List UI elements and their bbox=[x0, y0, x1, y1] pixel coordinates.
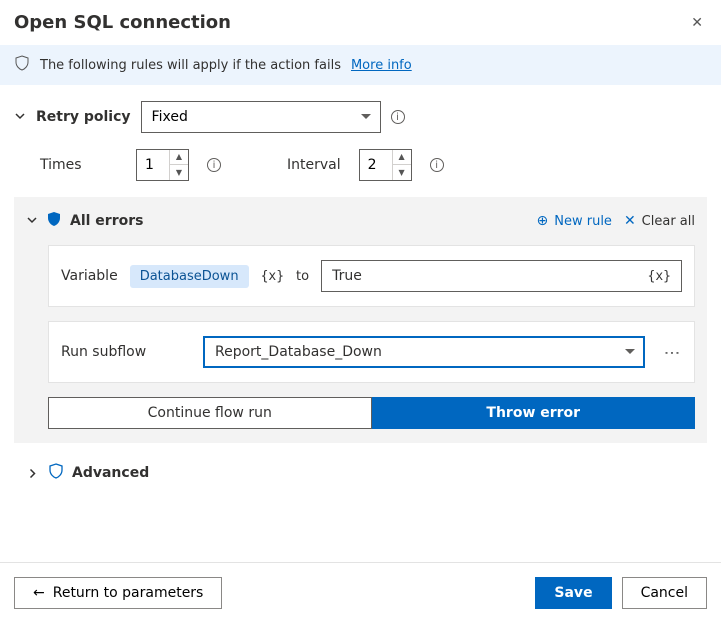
more-info-link[interactable]: More info bbox=[351, 58, 412, 73]
info-icon[interactable]: i bbox=[391, 110, 405, 124]
info-icon[interactable]: i bbox=[430, 158, 444, 172]
run-subflow-label: Run subflow bbox=[61, 344, 191, 360]
interval-stepper[interactable]: ▲ ▼ bbox=[359, 149, 412, 181]
cancel-button[interactable]: Cancel bbox=[622, 577, 707, 609]
times-up-icon[interactable]: ▲ bbox=[170, 150, 188, 165]
subflow-select[interactable]: Report_Database_Down bbox=[203, 336, 645, 368]
fx-icon[interactable]: {x} bbox=[648, 269, 671, 284]
close-icon[interactable]: ✕ bbox=[691, 15, 703, 31]
interval-up-icon[interactable]: ▲ bbox=[393, 150, 411, 165]
to-label: to bbox=[296, 269, 309, 284]
chevron-right-icon[interactable] bbox=[27, 467, 42, 479]
retry-policy-select[interactable]: Fixed bbox=[141, 101, 381, 133]
chevron-down-icon[interactable] bbox=[14, 110, 26, 125]
x-icon: ✕ bbox=[624, 213, 636, 229]
chevron-down-icon[interactable] bbox=[26, 214, 38, 229]
save-button[interactable]: Save bbox=[535, 577, 611, 609]
interval-input[interactable] bbox=[360, 150, 392, 180]
all-errors-title: All errors bbox=[70, 213, 156, 229]
more-menu-icon[interactable]: ⋮ bbox=[663, 345, 682, 359]
times-stepper[interactable]: ▲ ▼ bbox=[136, 149, 189, 181]
continue-flow-button[interactable]: Continue flow run bbox=[48, 397, 372, 429]
retry-policy-label: Retry policy bbox=[36, 109, 131, 125]
info-banner: The following rules will apply if the ac… bbox=[0, 45, 721, 85]
throw-error-button[interactable]: Throw error bbox=[372, 397, 696, 429]
clear-all-button[interactable]: ✕ Clear all bbox=[624, 213, 695, 229]
return-button[interactable]: ← Return to parameters bbox=[14, 577, 222, 609]
shield-icon bbox=[14, 55, 30, 75]
fx-icon[interactable]: {x} bbox=[261, 269, 284, 284]
times-down-icon[interactable]: ▼ bbox=[170, 165, 188, 180]
shield-icon bbox=[46, 211, 62, 231]
dialog-title: Open SQL connection bbox=[14, 12, 231, 33]
times-label: Times bbox=[40, 157, 84, 173]
info-icon[interactable]: i bbox=[207, 158, 221, 172]
plus-icon: ⊕ bbox=[537, 213, 549, 229]
arrow-left-icon: ← bbox=[33, 585, 45, 601]
interval-label: Interval bbox=[287, 157, 341, 173]
variable-chip[interactable]: DatabaseDown bbox=[130, 265, 249, 288]
new-rule-button[interactable]: ⊕ New rule bbox=[537, 213, 612, 229]
variable-value-field[interactable]: True {x} bbox=[321, 260, 682, 292]
banner-text: The following rules will apply if the ac… bbox=[40, 58, 341, 73]
shield-outline-icon bbox=[48, 463, 64, 483]
advanced-label: Advanced bbox=[72, 465, 158, 481]
variable-label: Variable bbox=[61, 268, 118, 284]
interval-down-icon[interactable]: ▼ bbox=[393, 165, 411, 180]
times-input[interactable] bbox=[137, 150, 169, 180]
